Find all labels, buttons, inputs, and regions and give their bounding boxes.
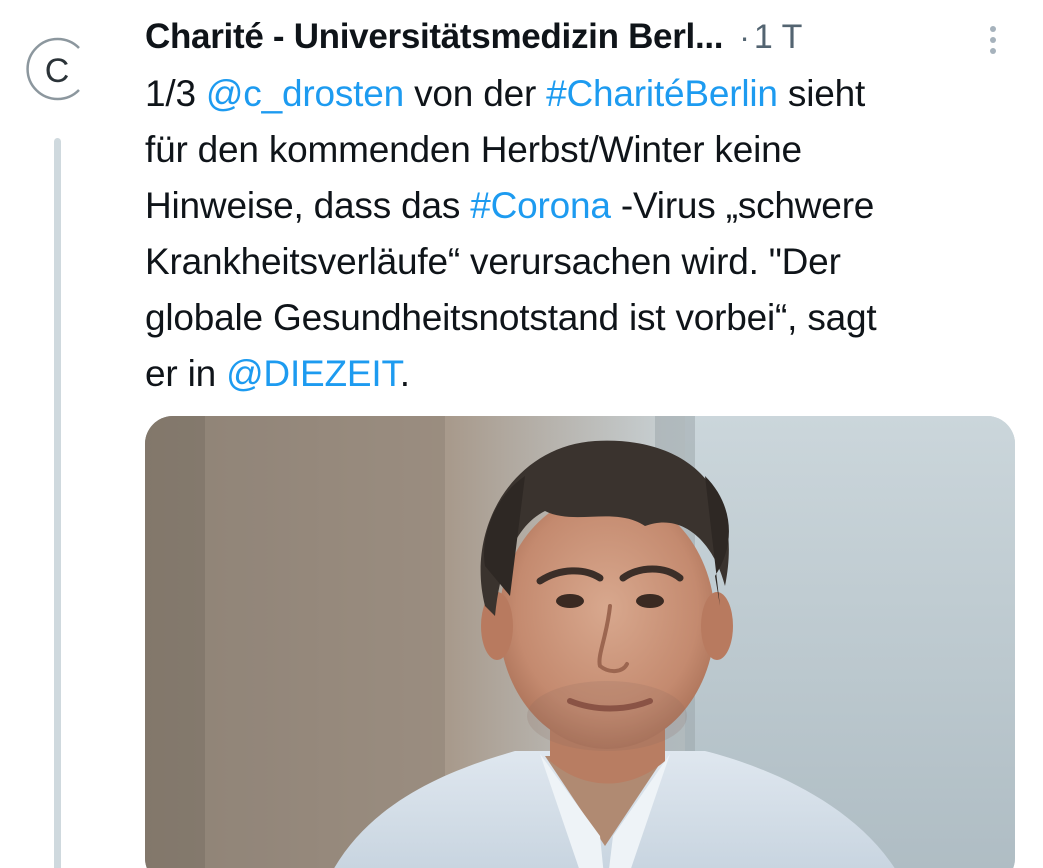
tweet[interactable]: C Charité - Universitätsmedizin Berl... … [0, 0, 1043, 868]
hashtag-chariteberlin[interactable]: #CharitéBerlin [546, 73, 778, 114]
portrait-photo-image [145, 416, 1015, 868]
tweet-line-4: Krankheitsverläufe“ verursachen wird. "D… [145, 241, 841, 282]
tweet-photo[interactable] [145, 416, 1015, 868]
tweet-header: Charité - Universitätsmedizin Berl... · … [145, 12, 802, 62]
mention-diezeit[interactable]: @DIEZEIT [226, 353, 400, 394]
tweet-line-3: Hinweise, dass das #Corona -Virus „schwe… [145, 185, 875, 226]
hashtag-corona[interactable]: #Corona [470, 185, 611, 226]
author-avatar[interactable]: C [17, 30, 95, 108]
more-options-button[interactable] [978, 20, 1008, 60]
separator-dot: · [739, 18, 750, 55]
tweet-line-2: für den kommenden Herbst/Winter keine [145, 129, 802, 170]
avatar-letter: C [45, 52, 70, 90]
vertical-ellipsis-icon [990, 26, 996, 32]
tweet-timestamp[interactable]: 1 T [754, 18, 803, 57]
mention-c-drosten[interactable]: @c_drosten [206, 73, 404, 114]
tweet-line-5: globale Gesundheitsnotstand ist vorbei“,… [145, 297, 877, 338]
tweet-line-1: 1/3 @c_drosten von der #CharitéBerlin si… [145, 73, 866, 114]
thread-line [54, 138, 61, 868]
charite-logo-icon: C [26, 37, 80, 101]
author-name[interactable]: Charité - Universitätsmedizin Berl... [145, 17, 724, 57]
tweet-text: 1/3 @c_drosten von der #CharitéBerlin si… [145, 66, 1025, 402]
tweet-line-6: er in @DIEZEIT. [145, 353, 410, 394]
